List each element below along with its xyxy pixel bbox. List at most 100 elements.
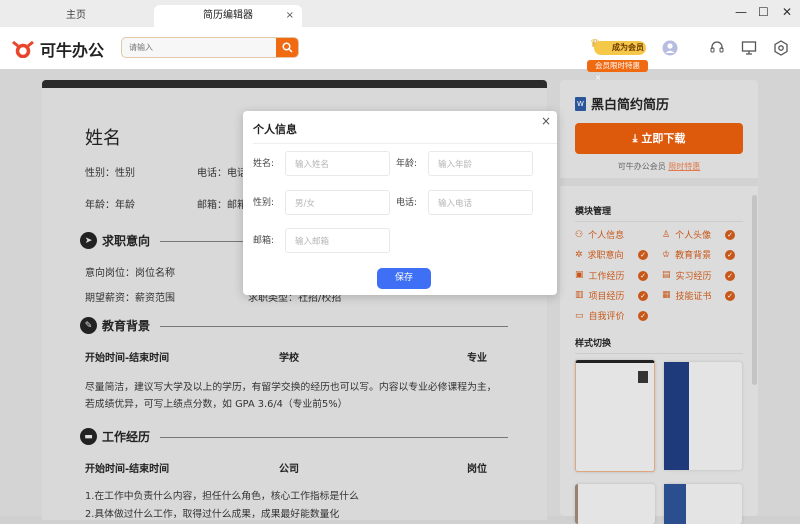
member-promo-badge[interactable]: 会员限时特惠 ×	[587, 60, 648, 82]
briefcase-icon: ▣	[575, 270, 584, 281]
member-text: 可牛办公会员	[617, 162, 666, 171]
word-doc-icon: W	[575, 96, 586, 111]
panel-gap	[560, 178, 758, 186]
minimize-button[interactable]: —	[735, 5, 747, 19]
divider	[575, 221, 743, 222]
modules-title: 模块管理	[575, 207, 612, 217]
module-label: 求职意向	[587, 251, 624, 262]
gender-label: 性别:	[253, 198, 275, 208]
resume-phone[interactable]: 电话：电话	[197, 164, 247, 179]
tab-resume-editor[interactable]: 简历编辑器 ×	[154, 5, 302, 27]
dialog-close-icon[interactable]: ×	[541, 114, 551, 128]
section-intent[interactable]: ➤ 求职意向	[80, 232, 150, 249]
title-bar: 主页 简历编辑器 × — ☐ ✕	[0, 0, 800, 27]
intent-salary[interactable]: 期望薪资：薪资范围	[85, 289, 175, 304]
phone-placeholder: 输入电话	[438, 199, 473, 209]
paper-plane-icon: ➤	[80, 232, 97, 249]
divider	[160, 437, 508, 438]
work-role: 岗位	[467, 464, 487, 475]
module-label: 个人头像	[675, 231, 712, 241]
module-label: 项目经历	[588, 291, 625, 302]
check-icon[interactable]: ✓	[638, 270, 648, 281]
promo-close-icon[interactable]: ×	[595, 73, 601, 82]
tab-label: 简历编辑器	[203, 10, 253, 21]
check-icon[interactable]: ✓	[725, 250, 735, 261]
edu-time: 开始时间-结束时间	[85, 353, 170, 364]
module-item[interactable]: ▭ 自我评价	[575, 309, 625, 323]
resume-gender[interactable]: 性别：性别	[85, 164, 135, 179]
template-sidebar	[664, 362, 689, 470]
edu-desc[interactable]: 尽量简洁，建议写大学及以上的学历，有留学交换的经历也可以写。内容以专业必修课程为…	[85, 379, 496, 393]
module-item[interactable]: ♙ 个人头像	[662, 228, 712, 242]
gender-placeholder: 男/女	[295, 199, 315, 209]
tab-home[interactable]: 主页	[0, 5, 152, 27]
check-icon[interactable]: ✓	[725, 290, 735, 301]
maximize-button[interactable]: ☐	[758, 5, 769, 19]
module-item[interactable]: ⚇ 个人信息	[575, 228, 625, 242]
styles-title: 样式切换	[575, 339, 612, 349]
comment-icon: ▭	[575, 310, 584, 321]
member-link[interactable]: 限时特惠	[668, 162, 700, 171]
name-input[interactable]: 输入姓名	[285, 151, 390, 176]
phone-input[interactable]: 输入电话	[428, 190, 533, 215]
section-title: 教育背景	[102, 319, 151, 333]
search-input[interactable]	[122, 38, 272, 57]
check-icon[interactable]: ✓	[638, 250, 648, 261]
resume-age[interactable]: 年龄：年龄	[85, 196, 135, 211]
logo[interactable]: 可牛办公	[12, 37, 104, 61]
user-avatar-icon[interactable]	[662, 40, 678, 56]
resume-name[interactable]: 姓名	[85, 124, 121, 150]
work-company: 公司	[279, 464, 299, 475]
work-line[interactable]: 1.在工作中负责什么内容，担任什么角色，核心工作指标是什么	[85, 488, 359, 502]
download-label: 立即下载	[641, 132, 686, 145]
photo-placeholder	[638, 371, 648, 383]
check-icon[interactable]: ✓	[725, 270, 735, 281]
template-thumb-1-selected[interactable]	[575, 360, 655, 472]
email-input[interactable]: 输入邮箱	[285, 228, 390, 253]
briefcase-icon: ▬	[80, 428, 97, 445]
book-icon: ▤	[662, 270, 671, 281]
intent-position[interactable]: 意向岗位：岗位名称	[85, 264, 175, 279]
module-item[interactable]: ▦ 技能证书	[662, 289, 712, 302]
module-item[interactable]: ♔ 教育背景	[662, 248, 711, 262]
section-title: 工作经历	[102, 430, 151, 444]
template-thumb-3[interactable]	[575, 484, 655, 524]
gender-input[interactable]: 男/女	[285, 190, 390, 215]
module-item[interactable]: ▤ 实习经历	[662, 269, 712, 282]
headset-icon[interactable]	[709, 40, 725, 56]
template-thumb-4[interactable]	[664, 484, 742, 524]
check-icon[interactable]: ✓	[638, 290, 648, 301]
divider	[575, 353, 743, 354]
check-icon[interactable]: ✓	[725, 230, 735, 240]
phone-label: 电话:	[396, 198, 418, 208]
module-label: 个人信息	[588, 231, 625, 241]
email-placeholder: 输入邮箱	[295, 237, 330, 247]
certificate-icon: ▦	[662, 290, 671, 301]
right-panel: W 黑白简约简历 ⤓ 立即下载 可牛办公会员 限时特惠 模块管理 ⚇ 个人信息 ♙ 个…	[560, 80, 758, 524]
module-item[interactable]: ✲ 求职意向	[575, 248, 624, 262]
app-header: 可牛办公 ♛ 成为会员	[0, 27, 800, 69]
resume-email[interactable]: 邮箱：邮箱	[197, 196, 247, 211]
tab-close-icon[interactable]: ×	[286, 5, 294, 27]
section-title: 求职意向	[102, 234, 151, 248]
age-input[interactable]: 输入年龄	[428, 151, 533, 176]
download-button[interactable]: ⤓ 立即下载	[575, 123, 743, 154]
search-box	[121, 37, 299, 58]
panel-scrollbar[interactable]	[752, 195, 757, 385]
work-line[interactable]: 2.具体做过什么工作，取得过什么成果，成果最好能数量化	[85, 506, 339, 520]
module-item[interactable]: ▥ 项目经历	[575, 289, 625, 302]
settings-icon[interactable]	[773, 40, 789, 56]
template-thumb-2[interactable]	[664, 362, 742, 470]
check-icon[interactable]: ✓	[638, 311, 648, 322]
section-education[interactable]: ✎ 教育背景	[80, 317, 150, 334]
target-icon: ✲	[575, 249, 583, 260]
monitor-icon[interactable]	[741, 40, 757, 56]
search-button[interactable]	[276, 38, 298, 57]
doc-title: 黑白简约简历	[591, 98, 670, 113]
edu-desc[interactable]: 若成绩优异，可写上绩点分数，如 GPA 3.6/4（专业前5%）	[85, 396, 347, 410]
save-button[interactable]: 保存	[377, 268, 431, 289]
section-work[interactable]: ▬ 工作经历	[80, 428, 150, 445]
module-item[interactable]: ▣ 工作经历	[575, 269, 625, 282]
close-window-button[interactable]: ✕	[782, 5, 792, 19]
become-member-button[interactable]: 成为会员	[594, 41, 646, 55]
